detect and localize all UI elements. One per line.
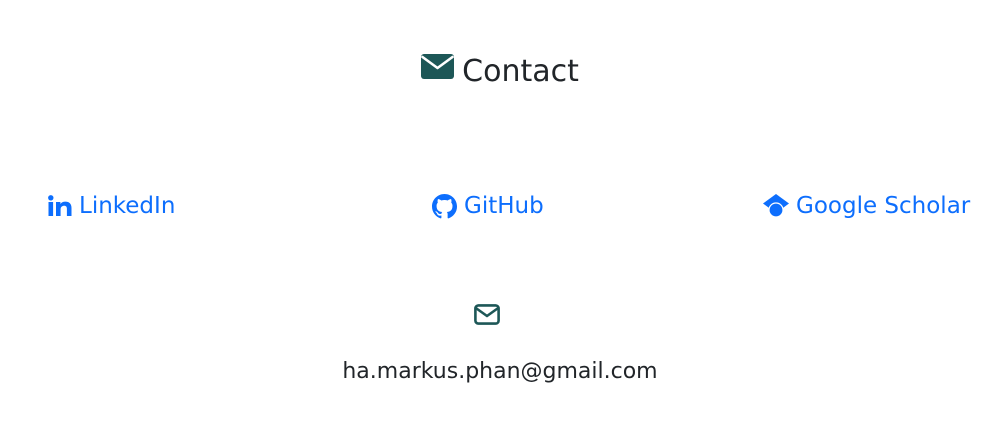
github-icon xyxy=(432,193,457,218)
linkedin-label: LinkedIn xyxy=(79,193,176,219)
github-label: GitHub xyxy=(464,193,544,219)
contact-title: Contact xyxy=(462,54,579,89)
github-link[interactable]: GitHub xyxy=(432,188,544,224)
envelope-outline-icon xyxy=(474,304,500,328)
linkedin-icon xyxy=(48,195,72,216)
envelope-icon xyxy=(421,50,455,90)
social-links: LinkedIn GitHub Google Scholar xyxy=(0,188,1000,224)
linkedin-link[interactable]: LinkedIn xyxy=(48,188,175,224)
google-scholar-link[interactable]: Google Scholar xyxy=(763,188,970,224)
email-address[interactable]: ha.markus.phan@gmail.com xyxy=(0,354,1000,390)
google-scholar-label: Google Scholar xyxy=(796,193,971,219)
graduation-cap-icon xyxy=(763,194,789,218)
contact-heading: Contact xyxy=(0,52,1000,93)
